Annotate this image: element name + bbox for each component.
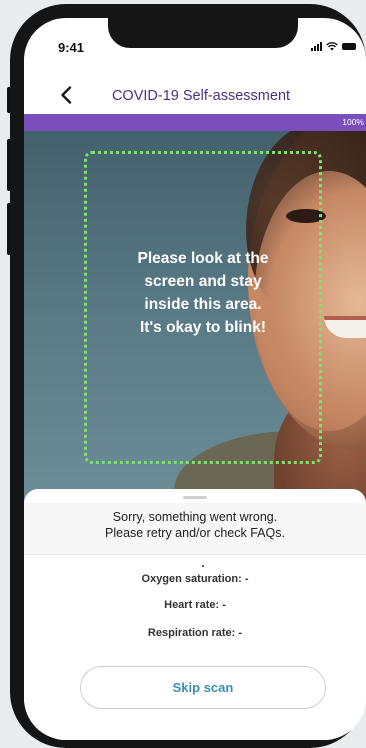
error-message: Sorry, something went wrong. Please retr… [24, 509, 366, 541]
scan-instruction-line: inside this area. [144, 296, 262, 313]
sheet-drag-handle[interactable] [183, 496, 207, 499]
wifi-icon [326, 42, 338, 51]
scan-instruction-line: It's okay to blink! [140, 319, 266, 336]
notch [108, 18, 298, 48]
loading-dot [202, 565, 204, 567]
phone-frame: 9:41 COVID-19 Self-assessment 100% Pleas… [10, 4, 366, 748]
skip-scan-button[interactable]: Skip scan [80, 666, 326, 709]
nav-bar: COVID-19 Self-assessment [24, 78, 366, 114]
scan-instruction-line: Please look at the [137, 250, 269, 267]
heart-rate-value: Heart rate: - [164, 599, 226, 611]
results-sheet: Sorry, something went wrong. Please retr… [24, 489, 366, 740]
battery-icon [342, 43, 356, 50]
error-line: Please retry and/or check FAQs. [105, 526, 285, 540]
status-time: 9:41 [58, 40, 85, 55]
error-line: Sorry, something went wrong. [112, 510, 278, 524]
error-message-box: Sorry, something went wrong. Please retr… [24, 503, 366, 555]
status-icons [311, 42, 356, 51]
respiration-rate-value: Respiration rate: - [147, 627, 243, 639]
camera-preview: Please look at the screen and stay insid… [24, 131, 366, 511]
progress-bar: 100% [24, 114, 366, 131]
scan-instructions: Please look at the screen and stay insid… [84, 247, 322, 339]
oxygen-saturation-value: Oxygen saturation: - [141, 573, 249, 585]
scan-instruction-line: screen and stay [144, 273, 262, 290]
page-title: COVID-19 Self-assessment [111, 88, 291, 104]
phone-screen: 9:41 COVID-19 Self-assessment 100% Pleas… [24, 18, 366, 740]
progress-label: 100% [342, 117, 364, 127]
signal-icon [311, 42, 322, 51]
